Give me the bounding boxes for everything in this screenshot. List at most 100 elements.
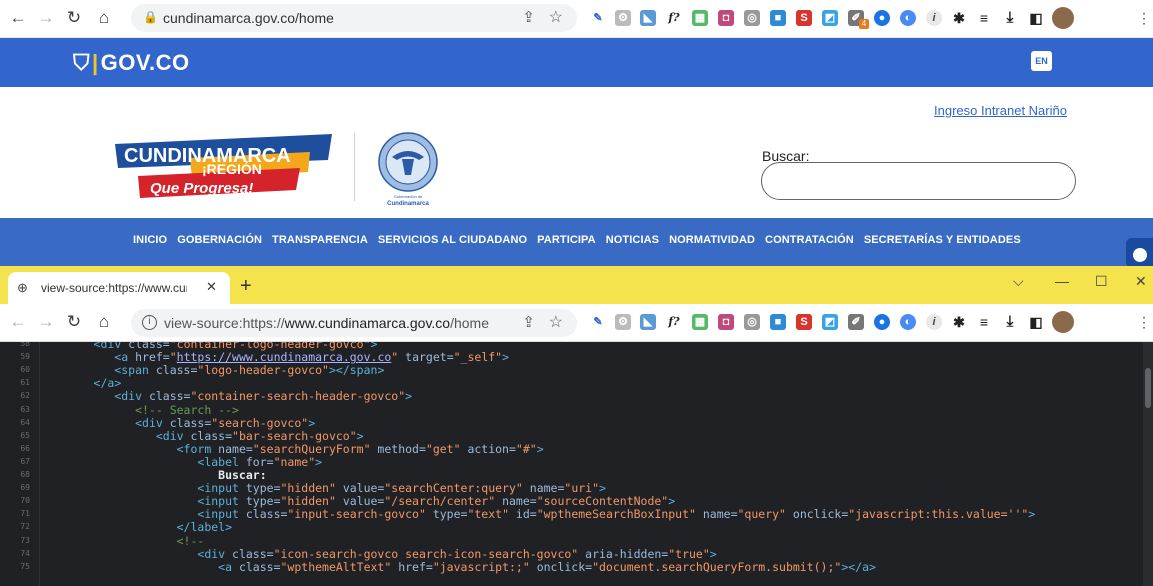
share-icon[interactable]: ⇪ (522, 8, 535, 26)
nav-item-servicios[interactable]: SERVICIOS AL CIUDADANO (378, 234, 527, 246)
extension-save-icon[interactable]: ■ (770, 10, 786, 26)
tab-close-icon[interactable]: ✕ (206, 279, 217, 295)
tab-search-icon[interactable]: ⌵ (1013, 273, 1024, 290)
extension-camera-icon[interactable]: ◘ (718, 314, 734, 330)
reading-list-icon[interactable]: ≡ (976, 314, 992, 330)
forward-icon[interactable]: → (36, 8, 56, 28)
line-number: 74 (20, 548, 30, 558)
contrast-icon (1133, 248, 1147, 262)
extensions-puzzle-icon[interactable]: ✱ (951, 314, 967, 330)
seal-caption-1: Gobernación de (394, 194, 423, 199)
bookmark-star-icon[interactable]: ☆ (549, 7, 563, 27)
scrollbar-thumb[interactable] (1145, 368, 1151, 408)
line-number: 60 (20, 365, 30, 375)
source-address-bar[interactable]: i view-source:https://www.cundinamarca.g… (131, 309, 577, 337)
govco-shield-icon: ⛉ (73, 50, 91, 75)
extension-circle-icon[interactable]: ● (874, 10, 890, 26)
extension-s-icon[interactable]: S (796, 10, 812, 26)
logo-line3: Que Progresa! (150, 180, 253, 197)
line-number: 65 (20, 430, 30, 440)
download-icon[interactable]: ⤓ (1002, 314, 1018, 330)
browser-menu-icon[interactable]: ⋮ (1134, 312, 1153, 332)
line-number: 63 (20, 404, 30, 414)
reload-icon[interactable]: ↻ (64, 8, 84, 28)
source-line: <input type="hidden" value="searchCenter… (197, 481, 606, 496)
accessibility-button[interactable] (1126, 238, 1153, 268)
back-icon[interactable]: ← (8, 8, 28, 28)
extension-pen-icon[interactable]: ✎ (590, 10, 606, 26)
extension-globe-icon[interactable]: ◐ (900, 314, 916, 330)
tab-view-source[interactable]: ⊕ view-source:https://www.cundina ✕ (8, 272, 230, 304)
extension-pen-icon[interactable]: ✎ (590, 314, 606, 330)
maximize-icon[interactable]: ☐ (1095, 273, 1108, 290)
nav-item-gobernacion[interactable]: GOBERNACIÓN (177, 234, 262, 246)
line-number: 62 (20, 391, 30, 401)
extension-grid-icon[interactable]: ▦ (692, 314, 708, 330)
extension-picker-icon[interactable]: ◣ (640, 314, 656, 330)
extension-gear-icon[interactable]: ⚙ (615, 314, 631, 330)
govco-logo[interactable]: ⛉|GOV.CO (73, 50, 190, 76)
nav-item-secretarias[interactable]: SECRETARÍAS Y ENTIDADES (864, 234, 1021, 246)
line-number: 72 (20, 522, 30, 532)
info-icon[interactable]: i (142, 315, 157, 330)
intranet-link[interactable]: Ingreso Intranet Nariño (934, 103, 1067, 118)
extension-gear-icon[interactable]: ⚙ (615, 10, 631, 26)
nav-item-normatividad[interactable]: NORMATIVIDAD (669, 234, 755, 246)
extension-info-icon[interactable]: i (926, 314, 942, 330)
browser-menu-icon[interactable]: ⋮ (1134, 8, 1153, 28)
share-icon[interactable]: ⇪ (522, 313, 535, 331)
reload-icon[interactable]: ↻ (64, 312, 84, 332)
extension-chart-icon[interactable]: ◩ (822, 314, 838, 330)
source-browser-toolbar: ← → ↻ ⌂ i view-source:https://www.cundin… (0, 304, 1153, 342)
line-number: 71 (20, 509, 30, 519)
nav-item-contratacion[interactable]: CONTRATACIÓN (765, 234, 854, 246)
extension-picker-icon[interactable]: ◣ (640, 10, 656, 26)
nav-item-transparencia[interactable]: TRANSPARENCIA (272, 234, 368, 246)
side-panel-icon[interactable]: ◧ (1028, 314, 1044, 330)
source-code-view[interactable]: 58 59 60 61 62 63 64 65 66 67 68 69 70 71 72 73 74 75 <di… (0, 342, 1153, 586)
address-bar-url: cundinamarca.gov.co/home (163, 10, 334, 26)
home-icon[interactable]: ⌂ (94, 312, 114, 332)
extension-grid-icon[interactable]: ▦ (692, 10, 708, 26)
forward-icon[interactable]: → (36, 312, 56, 332)
extension-screenshot-icon[interactable]: ◎ (744, 10, 760, 26)
extension-circle-icon[interactable]: ● (874, 314, 890, 330)
download-icon[interactable]: ⤓ (1002, 10, 1018, 26)
source-line: <span class="logo-header-govco"></span> (114, 363, 385, 378)
globe-icon: ⊕ (17, 280, 28, 295)
lock-icon: 🔒 (143, 10, 158, 24)
extension-save-icon[interactable]: ■ (770, 314, 786, 330)
extension-formula-icon[interactable]: f? (666, 10, 682, 26)
profile-avatar[interactable] (1052, 7, 1074, 29)
extension-globe-icon[interactable]: ◐ (900, 10, 916, 26)
profile-avatar[interactable] (1052, 311, 1074, 333)
cundinamarca-logo[interactable]: CUNDINAMARCA ¡REGIÓN Que Progresa! (110, 132, 345, 202)
line-number: 67 (20, 456, 30, 466)
line-number: 66 (20, 443, 30, 453)
extension-chart-icon[interactable]: ◩ (822, 10, 838, 26)
nav-item-participa[interactable]: PARTICIPA (537, 234, 596, 246)
source-line: Buscar: (52, 468, 267, 482)
nav-item-noticias[interactable]: NOTICIAS (606, 234, 659, 246)
reading-list-icon[interactable]: ≡ (976, 10, 992, 26)
bookmark-star-icon[interactable]: ☆ (549, 312, 563, 332)
window-close-icon[interactable]: ✕ (1135, 273, 1147, 290)
extension-screenshot-icon[interactable]: ◎ (744, 314, 760, 330)
search-input[interactable] (761, 162, 1076, 200)
new-tab-button[interactable]: + (240, 275, 252, 298)
line-number: 73 (20, 535, 30, 545)
home-icon[interactable]: ⌂ (94, 8, 114, 28)
language-button[interactable]: EN (1031, 51, 1052, 71)
logo-line2: ¡REGIÓN (202, 160, 262, 177)
extension-formula-icon[interactable]: f? (666, 314, 682, 330)
extension-camera-icon[interactable]: ◘ (718, 10, 734, 26)
address-bar[interactable]: 🔒 cundinamarca.gov.co/home ⇪ ☆ (131, 4, 577, 32)
extension-tool-icon[interactable]: ✐ (848, 314, 864, 330)
minimize-icon[interactable]: — (1055, 273, 1069, 289)
extension-info-icon[interactable]: i (926, 10, 942, 26)
nav-item-inicio[interactable]: INICIO (133, 234, 167, 246)
extension-s-icon[interactable]: S (796, 314, 812, 330)
extensions-puzzle-icon[interactable]: ✱ (951, 10, 967, 26)
back-icon[interactable]: ← (8, 312, 28, 332)
side-panel-icon[interactable]: ◧ (1028, 10, 1044, 26)
